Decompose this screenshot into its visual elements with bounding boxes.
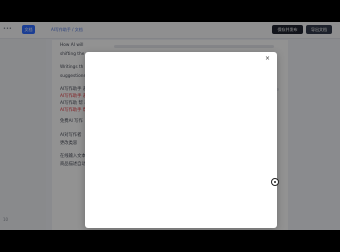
- close-icon[interactable]: ×: [265, 55, 270, 62]
- app-screen: ••• 文档 AI写作助手 / 文档 保存并发布 导出文档 How AI wil…: [0, 22, 340, 230]
- modal-dialog: ×: [85, 52, 277, 228]
- mouse-cursor-icon: [271, 178, 279, 186]
